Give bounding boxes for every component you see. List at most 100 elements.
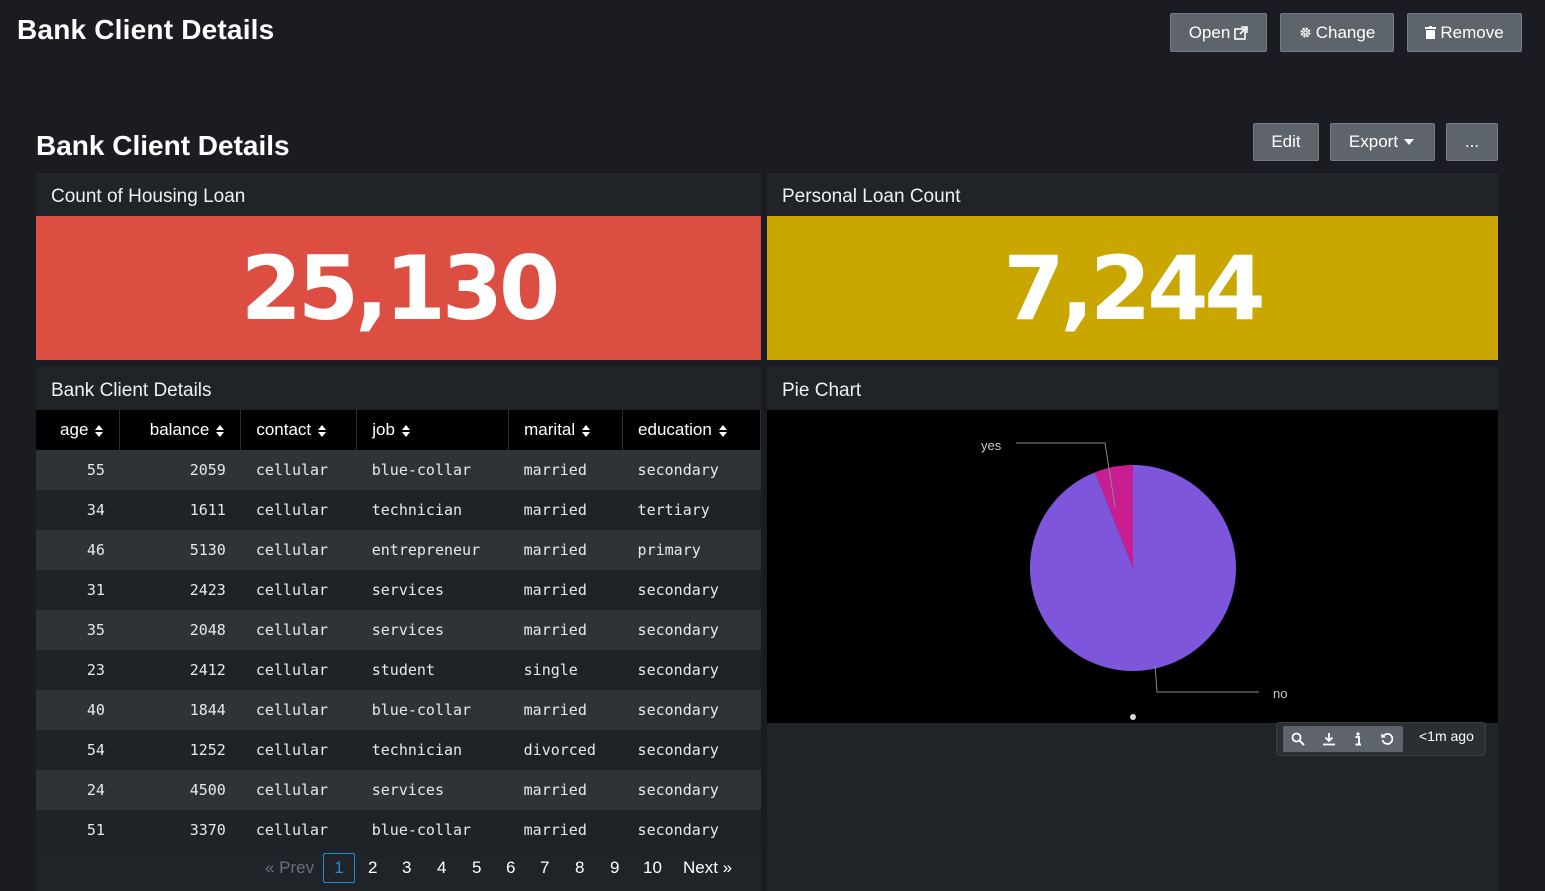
cell-job: technician [356, 490, 509, 530]
table-row[interactable]: 31 2423 cellular services married secondary [36, 570, 761, 610]
download-icon[interactable] [1322, 732, 1336, 746]
cell-contact: cellular [240, 570, 357, 610]
cell-education: secondary [622, 730, 761, 770]
table-row[interactable]: 24 4500 cellular services married secondary [36, 770, 761, 810]
cell-education: secondary [622, 810, 761, 850]
cell-job: technician [356, 730, 509, 770]
cell-education: secondary [622, 770, 761, 810]
page-link-3[interactable]: 3 [402, 858, 411, 878]
gear-icon [1300, 27, 1311, 38]
column-header-education[interactable]: education [622, 410, 761, 450]
refresh-icon[interactable] [1380, 732, 1395, 746]
cell-marital: married [508, 490, 623, 530]
cell-contact: cellular [240, 810, 357, 850]
trash-icon [1425, 26, 1437, 39]
cell-job: student [356, 650, 509, 690]
cell-contact: cellular [240, 610, 357, 650]
table-row[interactable]: 35 2048 cellular services married secondary [36, 610, 761, 650]
cell-job: blue-collar [356, 690, 509, 730]
remove-button[interactable]: Remove [1407, 13, 1522, 52]
cell-job: services [356, 570, 509, 610]
cell-job: entrepreneur [356, 530, 509, 570]
more-actions-button[interactable]: ... [1446, 123, 1498, 161]
column-header-age[interactable]: age [36, 410, 121, 450]
cell-marital: married [508, 530, 623, 570]
open-button[interactable]: Open [1170, 13, 1267, 52]
cell-education: secondary [622, 690, 761, 730]
page-link-7[interactable]: 7 [540, 858, 549, 878]
info-icon[interactable] [1353, 732, 1363, 746]
column-header-label: contact [256, 420, 312, 439]
cell-education: secondary [622, 450, 761, 490]
column-header-label: balance [149, 420, 210, 439]
cell-balance: 2412 [119, 650, 241, 690]
table-row[interactable]: 51 3370 cellular blue-collar married secondar… [36, 810, 761, 850]
page-link-4[interactable]: 4 [437, 858, 446, 878]
cell-marital: married [508, 770, 623, 810]
column-header-label: age [60, 420, 89, 439]
change-label: Change [1315, 22, 1376, 42]
cell-marital: married [508, 570, 623, 610]
page-link-9[interactable]: 9 [610, 858, 619, 878]
table-row[interactable]: 46 5130 cellular entrepreneur married primary [36, 530, 761, 570]
column-header-marital[interactable]: marital [508, 410, 624, 450]
cell-education: primary [622, 530, 761, 570]
cell-age: 54 [36, 730, 120, 770]
cell-balance: 2059 [119, 450, 241, 490]
table-row[interactable]: 23 2412 cellular student single secondary [36, 650, 761, 690]
housing-loan-panel: Count of Housing Loan 25,130 [36, 173, 761, 360]
column-header-job[interactable]: job [356, 410, 510, 450]
pie-slice-no[interactable] [1030, 465, 1236, 671]
column-header-balance[interactable]: balance [119, 410, 242, 450]
dashboard-title: Bank Client Details [36, 130, 290, 161]
page-link-6[interactable]: 6 [506, 858, 515, 878]
cell-balance: 1252 [119, 730, 241, 770]
edit-button[interactable]: Edit [1253, 123, 1319, 161]
cell-marital: married [508, 690, 623, 730]
pie-chart-panel: Pie Chart yes no [767, 367, 1498, 891]
prev-page-link[interactable]: « Prev [265, 858, 314, 878]
page-link-8[interactable]: 8 [575, 858, 584, 878]
page-link-10[interactable]: 10 [643, 858, 662, 878]
cell-contact: cellular [240, 530, 357, 570]
pie-leader-line-no [1154, 664, 1259, 693]
personal-loan-title: Personal Loan Count [782, 186, 961, 207]
cell-marital: married [508, 450, 623, 490]
column-header-contact[interactable]: contact [240, 410, 358, 450]
change-button[interactable]: Change [1280, 13, 1394, 52]
sort-icon [318, 424, 327, 437]
cell-age: 46 [36, 530, 120, 570]
pie-chart-area: yes no [767, 410, 1498, 723]
cell-marital: divorced [508, 730, 623, 770]
cell-age: 55 [36, 450, 120, 490]
table-row[interactable]: 55 2059 cellular blue-collar married secondar… [36, 450, 761, 490]
cell-balance: 4500 [119, 770, 241, 810]
pie-chart-title: Pie Chart [782, 380, 862, 401]
cell-age: 31 [36, 570, 120, 610]
cell-job: services [356, 770, 509, 810]
cell-age: 34 [36, 490, 120, 530]
chart-toolbar: <1m ago [1276, 722, 1486, 756]
table-row[interactable]: 54 1252 cellular technician divorced secondar… [36, 730, 761, 770]
page-link-2[interactable]: 2 [368, 858, 377, 878]
cell-age: 23 [36, 650, 120, 690]
cell-contact: cellular [240, 650, 357, 690]
table-row[interactable]: 34 1611 cellular technician married tertiary [36, 490, 761, 530]
cell-job: blue-collar [356, 450, 509, 490]
sort-icon [718, 424, 727, 437]
page-link-5[interactable]: 5 [472, 858, 481, 878]
cell-contact: cellular [240, 730, 357, 770]
caret-down-icon [1404, 139, 1415, 145]
search-icon[interactable] [1291, 732, 1306, 746]
next-page-link[interactable]: Next » [683, 858, 732, 878]
pie-label-yes: yes [981, 438, 1002, 453]
page-link-1[interactable]: 1 [323, 853, 355, 883]
table-row[interactable]: 40 1844 cellular blue-collar married secondar… [36, 690, 761, 730]
cell-balance: 5130 [119, 530, 241, 570]
cell-age: 24 [36, 770, 120, 810]
external-link-icon [1234, 25, 1249, 40]
cell-contact: cellular [240, 770, 357, 810]
export-button[interactable]: Export [1330, 123, 1435, 161]
client-table-panel: Bank Client Details age balance contact job… [36, 367, 761, 891]
cell-education: secondary [622, 650, 761, 690]
